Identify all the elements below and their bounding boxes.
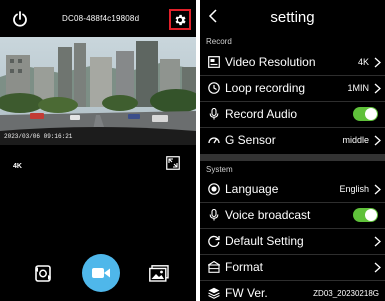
setting-value: 4K	[357, 57, 369, 67]
setting-voice-broadcast: Voice broadcast	[200, 203, 385, 228]
gallery-icon[interactable]	[149, 265, 169, 282]
setting-label: Record Audio	[225, 107, 298, 121]
layers-icon	[208, 287, 220, 299]
setting-value: 1MIN	[347, 83, 369, 93]
setting-label: Video Resolution	[225, 55, 316, 69]
street-scene-image	[0, 37, 196, 145]
setting-record-audio: Record Audio	[200, 102, 385, 127]
setting-label: FW Ver.	[225, 286, 268, 300]
storage-icon	[208, 261, 220, 273]
page-title: setting	[270, 9, 315, 26]
reset-icon	[208, 235, 220, 247]
section-record-label: Record	[206, 37, 232, 46]
section-gap	[200, 154, 385, 161]
setting-video-resolution[interactable]: Video Resolution 4K	[200, 50, 385, 75]
power-icon[interactable]	[12, 11, 28, 27]
settings-button[interactable]	[169, 9, 191, 30]
setting-language[interactable]: Language English	[200, 177, 385, 202]
chevron-right-icon	[374, 184, 381, 195]
setting-label: Loop recording	[225, 81, 306, 95]
fullscreen-icon[interactable]	[166, 156, 180, 170]
camera-preview[interactable]: 2023/03/06 09:16:21	[0, 37, 196, 145]
gauge-icon	[208, 137, 220, 144]
setting-format[interactable]: Format	[200, 255, 385, 280]
setting-label: Default Setting	[225, 234, 304, 248]
record-button[interactable]	[82, 254, 120, 292]
chevron-right-icon	[374, 135, 381, 146]
setting-loop-recording[interactable]: Loop recording 1MIN	[200, 76, 385, 101]
toggle-knob	[365, 108, 377, 120]
camera-top-bar: DC08-488f4c19808d	[0, 0, 196, 38]
setting-g-sensor[interactable]: G Sensor middle	[200, 128, 385, 153]
voice-broadcast-toggle[interactable]	[353, 208, 378, 222]
microphone-icon	[209, 209, 219, 221]
microphone-icon	[209, 108, 219, 120]
device-id: DC08-488f4c19808d	[62, 14, 140, 23]
settings-header: setting	[200, 0, 385, 34]
setting-label: Format	[225, 260, 264, 274]
resolution-label: 4K	[13, 163, 22, 170]
setting-label: G Sensor	[225, 133, 276, 147]
camera-screen: DC08-488f4c19808d 2023/03/06 09:16:21 4K	[0, 0, 196, 301]
clock-icon	[208, 82, 220, 94]
setting-value: middle	[342, 135, 369, 145]
chevron-right-icon	[374, 236, 381, 247]
firmware-version: ZD03_20230218G	[313, 289, 379, 298]
chevron-right-icon	[374, 57, 381, 68]
gear-icon	[175, 14, 186, 25]
toggle-knob	[365, 209, 377, 221]
settings-screen: setting Record Video Resolution 4K Loop …	[200, 0, 385, 301]
setting-default-setting[interactable]: Default Setting	[200, 229, 385, 254]
switch-camera-icon[interactable]	[34, 264, 52, 283]
setting-label: Language	[225, 182, 279, 196]
recording-timestamp: 2023/03/06 09:16:21	[4, 133, 73, 140]
video-settings-icon	[208, 56, 220, 68]
chevron-right-icon	[374, 83, 381, 94]
record-audio-toggle[interactable]	[353, 107, 378, 121]
setting-label: Voice broadcast	[225, 208, 311, 222]
chevron-right-icon	[374, 262, 381, 273]
language-icon	[208, 183, 220, 195]
video-camera-icon	[92, 268, 110, 278]
setting-value: English	[339, 184, 369, 194]
setting-fw-version: FW Ver. ZD03_20230218G	[200, 281, 385, 301]
section-system-label: System	[206, 165, 233, 174]
